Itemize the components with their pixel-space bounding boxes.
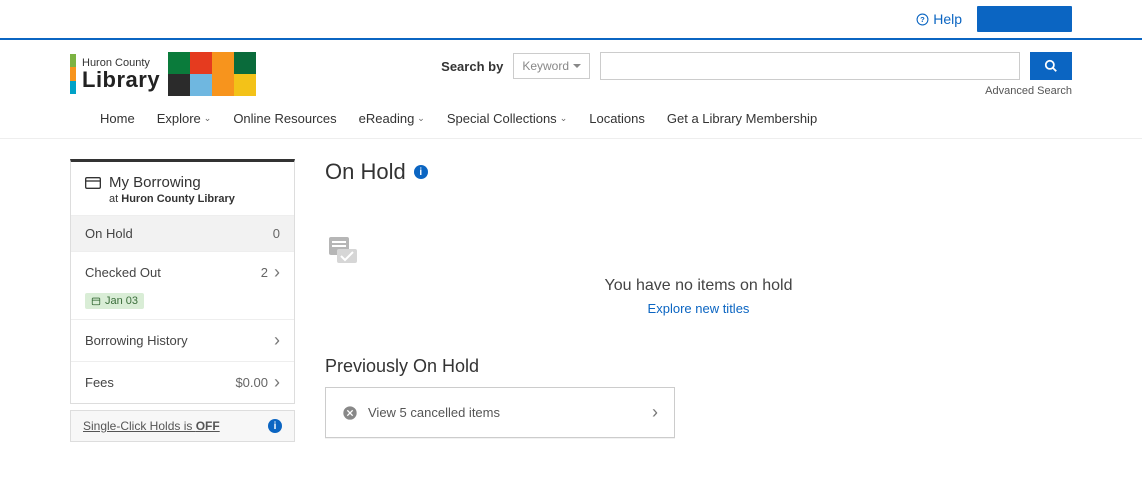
nav-locations[interactable]: Locations	[589, 111, 645, 126]
help-link[interactable]: ? Help	[916, 11, 962, 27]
page-title: On Hold i	[325, 159, 1072, 185]
search-type-value: Keyword	[522, 59, 569, 73]
previously-on-hold-title: Previously On Hold	[325, 356, 1072, 377]
chevron-right-icon	[652, 402, 658, 423]
main-nav: Home Explore⌄ Online Resources eReading⌄…	[0, 97, 1142, 139]
sidebar-item-fees[interactable]: Fees $0.00	[71, 361, 294, 403]
svg-text:?: ?	[920, 15, 925, 24]
account-button[interactable]	[977, 6, 1072, 32]
sidebar-item-checked-out[interactable]: Checked Out 2	[71, 251, 294, 293]
sidebar-subtitle: at Huron County Library	[109, 193, 280, 205]
sidebar-item-history[interactable]: Borrowing History	[71, 319, 294, 361]
sidebar-column: My Borrowing at Huron County Library On …	[70, 159, 295, 442]
chevron-right-icon	[274, 372, 280, 393]
view-cancelled-button[interactable]: View 5 cancelled items	[325, 387, 675, 438]
search-area: Search by Keyword Advanced Search	[296, 52, 1072, 97]
content-area: On Hold i You have no items on hold Expl…	[325, 159, 1072, 438]
chevron-right-icon	[274, 262, 280, 283]
on-hold-count: 0	[273, 226, 280, 241]
nav-membership[interactable]: Get a Library Membership	[667, 111, 817, 126]
nav-ereading[interactable]: eReading⌄	[359, 111, 425, 126]
sidebar-item-on-hold[interactable]: On Hold 0	[71, 215, 294, 251]
nav-online-resources[interactable]: Online Resources	[233, 111, 336, 126]
search-input[interactable]	[600, 52, 1020, 80]
sidebar-item-label: On Hold	[85, 226, 133, 241]
chevron-down-icon: ⌄	[204, 113, 212, 124]
nav-special-collections[interactable]: Special Collections⌄	[447, 111, 567, 126]
search-by-label: Search by	[441, 59, 503, 74]
cancelled-label: View 5 cancelled items	[368, 405, 500, 420]
sidebar-item-label: Fees	[85, 375, 114, 390]
info-icon[interactable]: i	[414, 165, 428, 179]
empty-state: You have no items on hold Explore new ti…	[325, 235, 1072, 316]
sidebar-item-label: Checked Out	[85, 265, 161, 280]
search-icon	[1044, 59, 1058, 73]
sidebar-header: My Borrowing at Huron County Library	[71, 162, 294, 215]
calendar-icon	[91, 296, 101, 306]
help-icon: ?	[916, 13, 929, 26]
logo-tiles	[168, 52, 256, 96]
sidebar-item-label: Borrowing History	[85, 333, 188, 348]
advanced-search-link[interactable]: Advanced Search	[985, 85, 1072, 97]
top-bar: ? Help	[0, 0, 1142, 40]
single-click-holds-toggle[interactable]: Single-Click Holds is OFF i	[70, 410, 295, 442]
explore-link[interactable]: Explore new titles	[325, 301, 1072, 316]
help-label: Help	[933, 11, 962, 27]
checked-out-count: 2	[261, 265, 268, 280]
my-borrowing-panel: My Borrowing at Huron County Library On …	[70, 159, 295, 404]
card-icon	[85, 177, 101, 189]
chevron-down-icon: ⌄	[417, 113, 425, 124]
info-icon[interactable]: i	[268, 419, 282, 433]
nav-explore[interactable]: Explore⌄	[157, 111, 212, 126]
search-type-select[interactable]: Keyword	[513, 53, 590, 79]
search-button[interactable]	[1030, 52, 1072, 80]
cancel-icon	[342, 405, 358, 421]
nav-home[interactable]: Home	[100, 111, 135, 126]
sidebar-title: My Borrowing	[109, 174, 201, 191]
header: Huron County Library Search by Keyword A…	[0, 40, 1142, 97]
logo-library: Library	[82, 69, 160, 91]
fees-amount: $0.00	[235, 375, 268, 390]
empty-holds-icon	[325, 235, 361, 267]
empty-message: You have no items on hold	[325, 277, 1072, 295]
chevron-down-icon: ⌄	[560, 113, 568, 124]
logo-accent-bar	[70, 54, 76, 94]
chevron-right-icon	[274, 330, 280, 351]
logo[interactable]: Huron County Library	[70, 52, 256, 96]
logo-text: Huron County Library	[82, 58, 160, 91]
single-click-label: Single-Click Holds is OFF	[83, 419, 220, 433]
due-date-badge: Jan 03	[85, 293, 144, 309]
